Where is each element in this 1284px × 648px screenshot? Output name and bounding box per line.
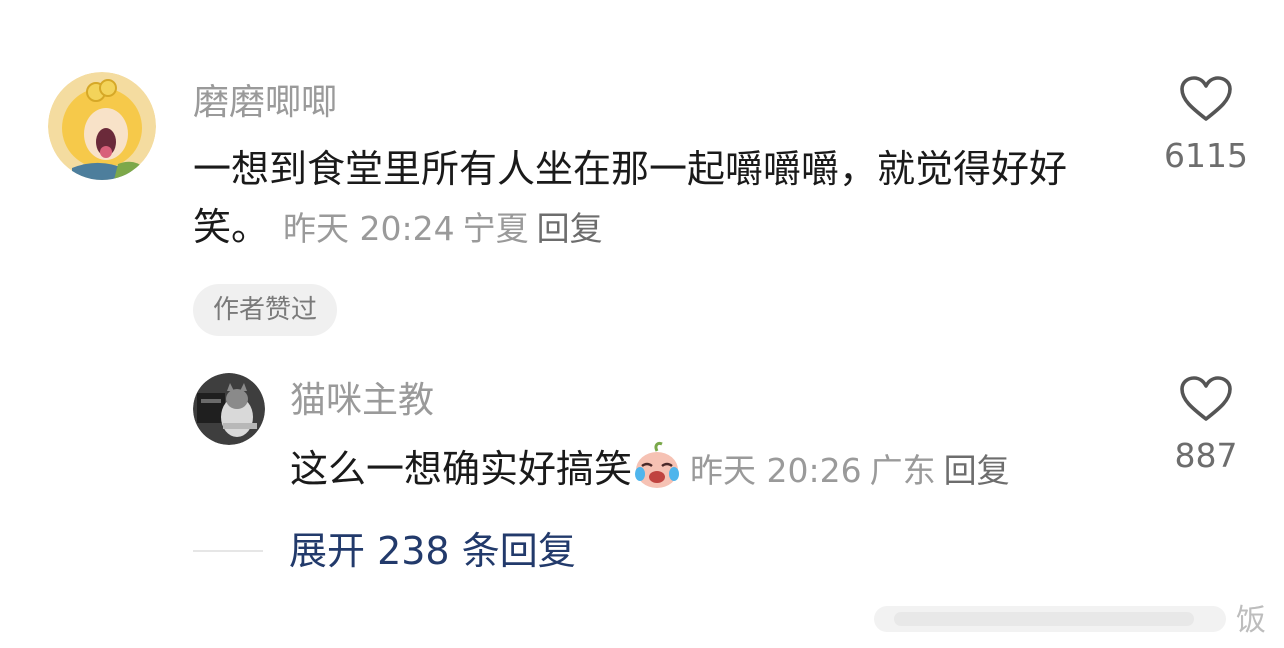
cat-photo-avatar-icon xyxy=(193,373,265,445)
commenter-avatar[interactable] xyxy=(48,72,156,180)
comment-like-button[interactable]: 6115 xyxy=(1160,76,1252,176)
reply-reply-button[interactable]: 回复 xyxy=(944,451,1010,490)
author-liked-badge: 作者赞过 xyxy=(193,284,338,336)
heart-icon xyxy=(1180,376,1232,421)
comment-meta: 昨天 20:24 宁夏 回复 xyxy=(283,209,603,248)
cartoon-avatar-icon xyxy=(48,72,156,180)
heart-icon xyxy=(1180,76,1232,121)
replier-avatar[interactable] xyxy=(193,373,265,445)
reply-like-button[interactable]: 887 xyxy=(1160,376,1252,476)
commenter-username[interactable]: 磨磨唧唧 xyxy=(193,80,337,126)
comment-time: 昨天 20:24 xyxy=(283,209,455,248)
reply-location: 广东 xyxy=(869,451,936,490)
watermark: 饭 xyxy=(870,596,1270,640)
reply-text: 这么一想确实好搞笑 昨天 20:26 广东 回复 xyxy=(290,440,1150,499)
comment-text: 一想到食堂里所有人坐在那一起嚼嚼嚼，就觉得好好笑。 昨天 20:24 宁夏 回复 xyxy=(193,140,1123,258)
replier-username[interactable]: 猫咪主教 xyxy=(290,378,434,424)
expand-divider xyxy=(193,550,263,552)
comment-location: 宁夏 xyxy=(462,209,529,248)
comment-reply-button[interactable]: 回复 xyxy=(537,209,603,248)
comment-thread: 磨磨唧唧 一想到食堂里所有人坐在那一起嚼嚼嚼，就觉得好好笑。 昨天 20:24 宁夏… xyxy=(0,0,1284,648)
watermark-text: 饭 xyxy=(1236,603,1266,638)
laughing-crying-emoji-icon xyxy=(632,440,682,490)
reply-time: 昨天 20:26 xyxy=(690,451,862,490)
reply-meta: 昨天 20:26 广东 回复 xyxy=(690,451,1010,490)
reply-like-count: 887 xyxy=(1174,436,1238,475)
expand-replies-button[interactable]: 展开 238 条回复 xyxy=(289,526,576,576)
comment-like-count: 6115 xyxy=(1164,136,1248,175)
reply-body: 这么一想确实好搞笑 xyxy=(290,447,633,491)
